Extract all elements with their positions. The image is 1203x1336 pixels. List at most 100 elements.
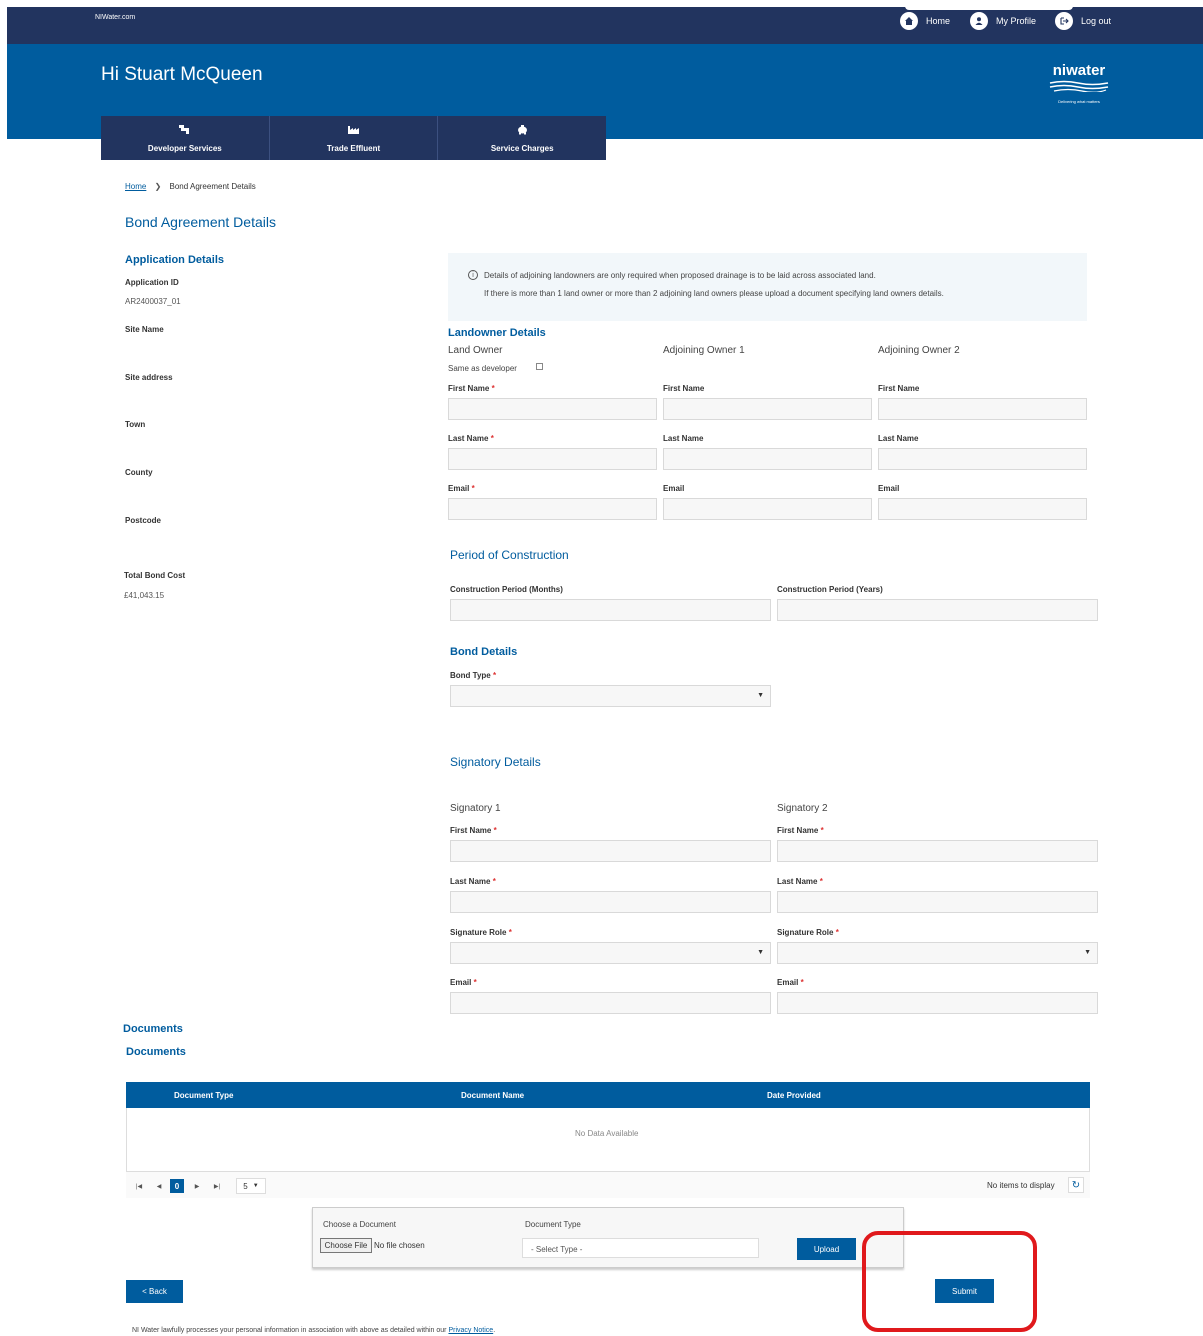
col-document-name[interactable]: Document Name xyxy=(461,1091,524,1100)
signatory1-email-label: Email * xyxy=(450,978,477,987)
signatory2-email-input[interactable] xyxy=(777,992,1098,1014)
adjoining2-first-name-label: First Name xyxy=(878,384,920,393)
col-date-provided[interactable]: Date Provided xyxy=(767,1091,821,1100)
refresh-icon[interactable]: ↻ xyxy=(1068,1177,1084,1193)
signatory2-last-name-input[interactable] xyxy=(777,891,1098,913)
choose-document-label: Choose a Document xyxy=(323,1220,396,1229)
site-name-label: Site Name xyxy=(125,325,164,334)
signatory1-last-name-label: Last Name * xyxy=(450,877,496,886)
signatory1-first-name-label: First Name * xyxy=(450,826,497,835)
signatory1-role-label: Signature Role * xyxy=(450,928,512,937)
greeting: Hi Stuart McQueen xyxy=(101,64,263,85)
last-page-icon[interactable]: ▶| xyxy=(210,1179,224,1193)
niwater-logo[interactable]: niwater Delivering what matters xyxy=(1048,62,1110,104)
user-icon xyxy=(970,12,988,30)
nav-home[interactable]: Home xyxy=(900,12,950,30)
construction-years-label: Construction Period (Years) xyxy=(777,585,883,594)
logo-tagline: Delivering what matters xyxy=(1058,99,1100,104)
bond-type-select[interactable]: ▼ xyxy=(450,685,771,707)
document-type-select[interactable]: - Select Type - xyxy=(522,1238,759,1258)
landowner-heading: Landowner Details xyxy=(448,327,546,339)
wave-icon xyxy=(1049,80,1109,93)
signatory-1-subheading: Signatory 1 xyxy=(450,803,501,814)
breadcrumb: Home ❯ Bond Agreement Details xyxy=(125,182,256,191)
first-page-icon[interactable]: |◀ xyxy=(132,1179,146,1193)
no-file-chosen-label: No file chosen xyxy=(374,1241,425,1250)
nav-logout-label: Log out xyxy=(1081,16,1112,26)
tab-developer-services[interactable]: Developer Services xyxy=(101,116,270,160)
home-icon xyxy=(900,12,918,30)
application-id-label: Application ID xyxy=(125,278,179,287)
signatory2-last-name-label: Last Name * xyxy=(777,877,823,886)
nav-logout[interactable]: Log out xyxy=(1055,12,1111,30)
landowner-first-name-input[interactable] xyxy=(448,398,657,420)
signatory-2-subheading: Signatory 2 xyxy=(777,803,828,814)
no-data-message: No Data Available xyxy=(575,1129,639,1138)
adjoining1-last-name-input[interactable] xyxy=(663,448,872,470)
signatory2-first-name-input[interactable] xyxy=(777,840,1098,862)
total-bond-cost-label: Total Bond Cost xyxy=(124,571,186,580)
landowner-email-label: Email * xyxy=(448,484,475,493)
chevron-down-icon: ▼ xyxy=(757,949,764,956)
signatory2-role-select[interactable]: ▼ xyxy=(777,942,1098,964)
breadcrumb-home[interactable]: Home xyxy=(125,182,146,191)
county-label: County xyxy=(125,468,153,477)
adjoining1-first-name-label: First Name xyxy=(663,384,705,393)
landowner-email-input[interactable] xyxy=(448,498,657,520)
footer-end: . xyxy=(493,1327,496,1334)
signatory1-last-name-input[interactable] xyxy=(450,891,771,913)
tab-label: Trade Effluent xyxy=(326,143,381,153)
tab-service-charges[interactable]: Service Charges xyxy=(438,116,606,160)
nav-profile[interactable]: My Profile xyxy=(970,12,1036,30)
footer-text: NI Water lawfully processes your persona… xyxy=(132,1327,449,1334)
col-document-type[interactable]: Document Type xyxy=(174,1091,233,1100)
upload-button[interactable]: Upload xyxy=(797,1238,856,1260)
signatory2-role-label: Signature Role * xyxy=(777,928,839,937)
adjoining-owner-1-subheading: Adjoining Owner 1 xyxy=(663,345,745,356)
tab-trade-effluent[interactable]: Trade Effluent xyxy=(270,116,439,160)
privacy-notice-link[interactable]: Privacy Notice xyxy=(448,1327,493,1334)
landowner-last-name-input[interactable] xyxy=(448,448,657,470)
choose-file-button[interactable]: Choose File xyxy=(320,1238,372,1253)
construction-heading: Period of Construction xyxy=(450,548,569,562)
logo-word: niwater xyxy=(1052,62,1106,79)
current-page[interactable]: 0 xyxy=(170,1179,184,1193)
same-as-developer-checkbox[interactable] xyxy=(536,363,543,370)
documents-subheading: Documents xyxy=(126,1046,186,1058)
next-page-icon[interactable]: ▶ xyxy=(190,1179,204,1193)
info-notice: i Details of adjoining landowners are on… xyxy=(448,253,1087,321)
page-size-select[interactable]: 5 ▼ xyxy=(236,1178,266,1194)
prev-page-icon[interactable]: ◀ xyxy=(152,1179,166,1193)
documents-table-header: Document Type Document Name Date Provide… xyxy=(126,1082,1090,1108)
adjoining1-last-name-label: Last Name xyxy=(663,434,704,443)
total-bond-cost-value: £41,043.15 xyxy=(124,591,165,600)
landowner-last-name-label: Last Name * xyxy=(448,434,494,443)
chevron-down-icon: ▼ xyxy=(1084,949,1091,956)
nav-profile-label: My Profile xyxy=(996,16,1037,26)
pipe-icon xyxy=(178,124,191,138)
nav-home-label: Home xyxy=(926,16,951,26)
adjoining1-first-name-input[interactable] xyxy=(663,398,872,420)
construction-months-label: Construction Period (Months) xyxy=(450,585,563,594)
signatory1-email-input[interactable] xyxy=(450,992,771,1014)
site-link[interactable]: NIWater.com xyxy=(95,14,135,21)
bond-type-label: Bond Type * xyxy=(450,671,497,680)
factory-icon xyxy=(347,124,360,138)
adjoining2-first-name-input[interactable] xyxy=(878,398,1087,420)
adjoining2-last-name-input[interactable] xyxy=(878,448,1087,470)
no-items-label: No items to display xyxy=(987,1181,1055,1190)
construction-years-input[interactable] xyxy=(777,599,1098,621)
signatory1-first-name-input[interactable] xyxy=(450,840,771,862)
adjoining1-email-input[interactable] xyxy=(663,498,872,520)
construction-months-input[interactable] xyxy=(450,599,771,621)
chevron-right-icon: ❯ xyxy=(154,182,162,191)
signatory2-email-label: Email * xyxy=(777,978,804,987)
adjoining2-email-input[interactable] xyxy=(878,498,1087,520)
document-type-label: Document Type xyxy=(525,1220,581,1229)
landowner-first-name-label: First Name * xyxy=(448,384,495,393)
top-tab-decoration xyxy=(905,0,1073,10)
town-label: Town xyxy=(125,420,146,429)
same-as-developer-label: Same as developer xyxy=(448,364,517,373)
back-button[interactable]: < Back xyxy=(126,1280,183,1303)
signatory1-role-select[interactable]: ▼ xyxy=(450,942,771,964)
